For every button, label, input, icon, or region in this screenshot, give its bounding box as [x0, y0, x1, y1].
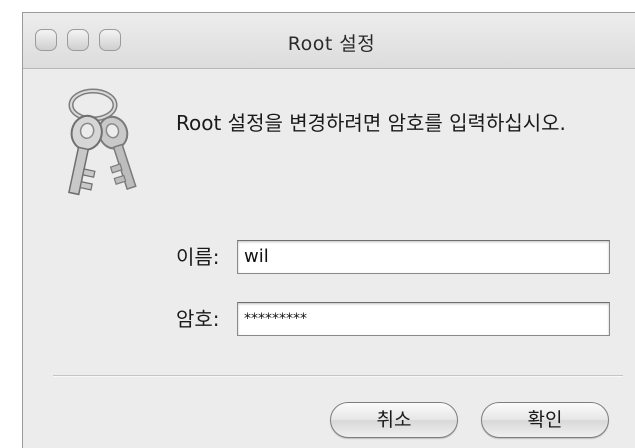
- title-bar[interactable]: Root 설정: [23, 13, 635, 69]
- password-label: 암호:: [176, 307, 220, 331]
- auth-dialog-window: Root 설정 Root 설정을 변경하려면 암호를 입력하십시오. 이름: w…: [22, 12, 635, 448]
- ok-button[interactable]: 확인: [481, 402, 609, 438]
- screen: Root 설정 Root 설정을 변경하려면 암호를 입력하십시오. 이름: w…: [0, 0, 635, 448]
- cancel-button[interactable]: 취소: [330, 402, 458, 438]
- divider: [53, 375, 623, 377]
- name-field[interactable]: wil: [237, 240, 610, 274]
- keys-icon: [68, 88, 137, 196]
- name-label: 이름:: [176, 245, 220, 269]
- auth-message: Root 설정을 변경하려면 암호를 입력하십시오.: [176, 111, 566, 135]
- password-field[interactable]: *********: [237, 302, 610, 336]
- window-title: Root 설정: [287, 33, 376, 55]
- dialog-content: Root 설정을 변경하려면 암호를 입력하십시오. 이름: wil 암호: *…: [23, 69, 635, 448]
